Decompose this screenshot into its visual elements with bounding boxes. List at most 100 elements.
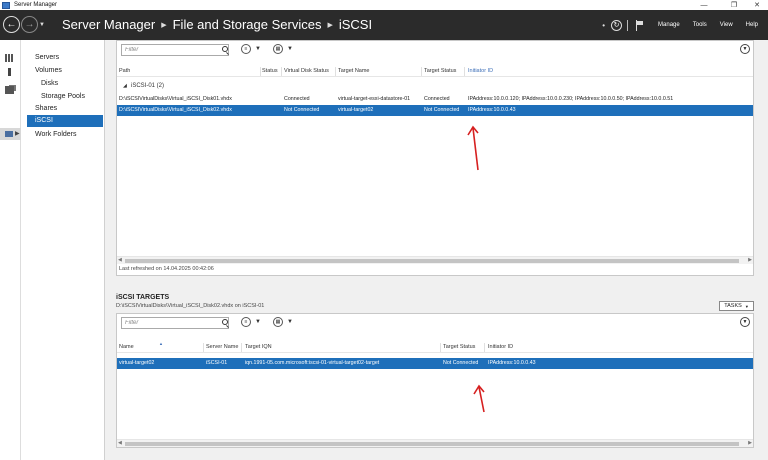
tasks-label: TASKS <box>724 303 742 309</box>
disks-toolbar: ≡ ▼ ▦ ▼ ▼ <box>117 41 753 61</box>
content-area: ≡ ▼ ▦ ▼ ▼ Path Status Virtual Disk Statu… <box>105 40 768 460</box>
scrollbar-thumb[interactable] <box>125 259 739 263</box>
header-divider <box>627 19 629 31</box>
nav-volumes[interactable]: Volumes <box>35 67 62 74</box>
group-options-dropdown-icon[interactable]: ▼ <box>287 319 293 325</box>
cell-target-iqn: iqn.1991-05.com.microsoft:iscsi-01-virtu… <box>245 360 380 366</box>
left-icon-strip: ▶ <box>0 40 21 460</box>
column-separator <box>241 343 242 352</box>
col-target-name[interactable]: Target Name <box>338 68 370 74</box>
col-target-status[interactable]: Target Status <box>443 344 475 350</box>
targets-horizontal-scrollbar[interactable]: ◀ ▶ <box>117 439 753 447</box>
col-initiator-id[interactable]: Initiator ID <box>468 68 493 74</box>
back-button[interactable]: ← <box>3 16 20 33</box>
breadcrumb-separator-icon: ▶ <box>327 21 333 29</box>
all-servers-icon[interactable] <box>5 86 14 94</box>
nav-disks[interactable]: Disks <box>41 80 58 87</box>
nav-shares[interactable]: Shares <box>35 105 57 112</box>
col-target-status[interactable]: Target Status <box>424 68 456 74</box>
breadcrumb: Server Manager ▶ File and Storage Servic… <box>62 17 372 32</box>
iscsi-virtual-disks-panel: ≡ ▼ ▦ ▼ ▼ Path Status Virtual Disk Statu… <box>116 40 754 276</box>
dashboard-icon[interactable] <box>5 54 14 62</box>
forward-button[interactable]: → <box>21 16 38 33</box>
disks-column-headers: Path Status Virtual Disk Status Target N… <box>117 66 753 77</box>
tasks-dropdown-icon: ▼ <box>744 303 749 309</box>
col-status[interactable]: Status <box>262 68 278 74</box>
disks-filter-input[interactable] <box>122 45 212 55</box>
table-row-selected[interactable]: virtual-target02 iSCSI-01 iqn.1991-05.co… <box>117 358 753 369</box>
refresh-dropdown-icon[interactable]: • <box>602 21 605 30</box>
collapse-panel-icon[interactable]: ▼ <box>740 44 750 54</box>
list-options-dropdown-icon[interactable]: ▼ <box>255 46 261 52</box>
breadcrumb-separator-icon: ▶ <box>161 21 167 29</box>
cell-target-name: virtual-target02 <box>338 107 374 113</box>
scroll-left-icon[interactable]: ◀ <box>118 257 122 263</box>
scroll-left-icon[interactable]: ◀ <box>118 440 122 446</box>
tasks-button[interactable]: TASKS ▼ <box>719 301 754 311</box>
header-actions: • ↻ Manage Tools View Help <box>602 10 768 40</box>
restore-button[interactable]: ❐ <box>724 0 744 10</box>
menu-tools[interactable]: Tools <box>693 22 707 28</box>
col-path[interactable]: Path <box>119 68 130 74</box>
targets-section-subtitle: D:\iSCSIVirtualDisks\Virtual_iSCSI_Disk0… <box>116 303 265 309</box>
menu-help[interactable]: Help <box>746 22 758 28</box>
notifications-flag-icon[interactable] <box>636 19 644 31</box>
close-button[interactable]: ✕ <box>747 0 767 10</box>
menu-view[interactable]: View <box>720 22 733 28</box>
scroll-right-icon[interactable]: ▶ <box>748 257 752 263</box>
breadcrumb-server-manager[interactable]: Server Manager <box>62 17 155 32</box>
collapse-panel-icon[interactable]: ▼ <box>740 317 750 327</box>
scrollbar-thumb[interactable] <box>125 442 739 446</box>
cell-target-status: Not Connected <box>443 360 479 366</box>
column-separator <box>440 343 441 352</box>
table-row[interactable]: D:\iSCSIVirtualDisks\Virtual_iSCSI_Disk0… <box>117 94 753 105</box>
cell-path: D:\iSCSIVirtualDisks\Virtual_iSCSI_Disk0… <box>119 96 232 102</box>
arrow-right-icon: → <box>24 19 35 30</box>
cell-target-status: Connected <box>424 96 450 102</box>
col-initiator-id[interactable]: Initiator ID <box>488 344 513 350</box>
cell-target-name: virtual-target-esxi-datastore-01 <box>338 96 411 102</box>
refresh-icon[interactable]: ↻ <box>611 19 623 31</box>
nav-servers[interactable]: Servers <box>35 54 59 61</box>
iscsi-targets-panel: ≡ ▼ ▦ ▼ ▼ Name ▲ Server Name Target IQN … <box>116 313 754 448</box>
list-options-dropdown-icon[interactable]: ▼ <box>255 319 261 325</box>
search-icon[interactable] <box>222 319 228 325</box>
app-header: ← → ▼ Server Manager ▶ File and Storage … <box>0 10 768 40</box>
last-refreshed-text: Last refreshed on 14.04.2025 00:42:06 <box>119 266 214 272</box>
nav-storage-pools[interactable]: Storage Pools <box>41 93 85 100</box>
targets-filter-box <box>121 317 229 329</box>
scroll-right-icon[interactable]: ▶ <box>748 440 752 446</box>
group-options-dropdown-icon[interactable]: ▼ <box>287 46 293 52</box>
group-options-button[interactable]: ▦ <box>273 44 283 54</box>
table-row-selected[interactable]: D:\iSCSIVirtualDisks\Virtual_iSCSI_Disk0… <box>117 105 753 116</box>
cell-virtual-disk-status: Connected <box>284 96 310 102</box>
breadcrumb-file-storage[interactable]: File and Storage Services <box>173 17 322 32</box>
col-server-name[interactable]: Server Name <box>206 344 238 350</box>
arrow-left-icon: ← <box>6 19 17 30</box>
server-group-header[interactable]: ◢ iSCSI-01 (2) <box>117 81 753 93</box>
group-options-button[interactable]: ▦ <box>273 317 283 327</box>
cell-initiator-id: IPAddress:10.0.0.120; IPAddress:10.0.0.2… <box>468 96 674 102</box>
disks-filter-box <box>121 44 229 56</box>
local-server-icon[interactable] <box>8 68 11 76</box>
search-icon[interactable] <box>222 46 228 52</box>
annotation-arrow-icon <box>467 125 479 171</box>
list-options-button[interactable]: ≡ <box>241 317 251 327</box>
menu-manage[interactable]: Manage <box>658 22 680 28</box>
col-name[interactable]: Name <box>119 344 134 350</box>
group-collapse-icon[interactable]: ◢ <box>123 83 127 89</box>
list-options-button[interactable]: ≡ <box>241 44 251 54</box>
col-virtual-disk-status[interactable]: Virtual Disk Status <box>284 68 329 74</box>
window-title-bar: Server Manager — ❐ ✕ <box>0 0 768 10</box>
window-title: Server Manager <box>14 2 58 8</box>
history-dropdown-icon[interactable]: ▼ <box>39 22 45 28</box>
targets-toolbar: ≡ ▼ ▦ ▼ ▼ <box>117 314 753 334</box>
nav-work-folders[interactable]: Work Folders <box>35 131 77 138</box>
minimize-button[interactable]: — <box>694 0 714 10</box>
targets-section-title: iSCSI TARGETS <box>116 294 170 301</box>
nav-iscsi[interactable]: iSCSI <box>27 115 103 127</box>
targets-filter-input[interactable] <box>122 318 212 328</box>
disks-horizontal-scrollbar[interactable]: ◀ ▶ <box>117 256 753 264</box>
breadcrumb-iscsi: iSCSI <box>338 17 373 32</box>
col-target-iqn[interactable]: Target IQN <box>245 344 272 350</box>
